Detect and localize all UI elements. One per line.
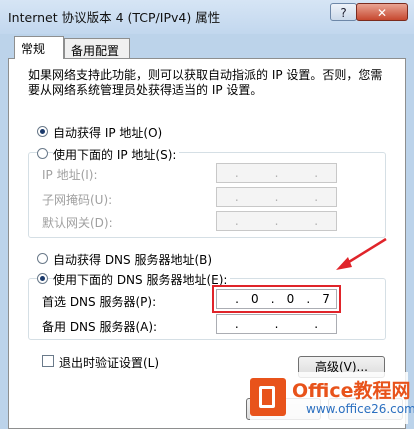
watermark: Office教程网 www.office26.com xyxy=(250,372,414,424)
help-button[interactable]: ? xyxy=(330,3,357,21)
preferred-dns-label: 首选 DNS 服务器(P): xyxy=(42,295,157,309)
manual-dns-label: 使用下面的 DNS 服务器地址(E): xyxy=(53,271,231,288)
manual-ip-label: 使用下面的 IP 地址(S): xyxy=(53,146,180,163)
office-logo-icon xyxy=(250,378,286,416)
alternate-dns-label: 备用 DNS 服务器(A): xyxy=(42,320,158,334)
auto-ip-label: 自动获得 IP 地址(O) xyxy=(53,126,163,140)
radio-auto-ip[interactable] xyxy=(37,126,48,137)
highlight-rectangle xyxy=(212,285,341,313)
radio-manual-ip[interactable] xyxy=(37,148,48,159)
subnet-mask-label: 子网掩码(U): xyxy=(42,193,113,207)
tab-general[interactable]: 常规 xyxy=(14,36,64,59)
validate-label: 退出时验证设置(L) xyxy=(59,356,160,370)
subnet-mask-field: ... xyxy=(216,187,337,207)
close-button[interactable]: ✕ xyxy=(356,3,408,21)
validate-checkbox[interactable] xyxy=(42,355,54,367)
auto-dns-label: 自动获得 DNS 服务器地址(B) xyxy=(53,253,213,267)
gateway-label: 默认网关(D): xyxy=(42,216,113,230)
ip-address-field: ... xyxy=(216,163,337,183)
radio-manual-dns[interactable] xyxy=(37,273,48,284)
description-text: 如果网络支持此功能，则可以获取自动指派的 IP 设置。否则，您需要从网络系统管理… xyxy=(28,68,383,97)
gateway-field: ... xyxy=(216,211,337,231)
red-arrow-icon xyxy=(336,237,387,270)
window-title: Internet 协议版本 4 (TCP/IPv4) 属性 xyxy=(8,10,221,25)
radio-auto-dns[interactable] xyxy=(37,253,48,264)
watermark-brand: Office教程网 xyxy=(292,380,411,402)
alternate-dns-field[interactable]: ... xyxy=(216,314,337,334)
tab-alternate-config[interactable]: 备用配置 xyxy=(64,38,130,59)
ip-address-label: IP 地址(I): xyxy=(42,168,98,182)
watermark-url: www.office26.com xyxy=(306,402,414,416)
